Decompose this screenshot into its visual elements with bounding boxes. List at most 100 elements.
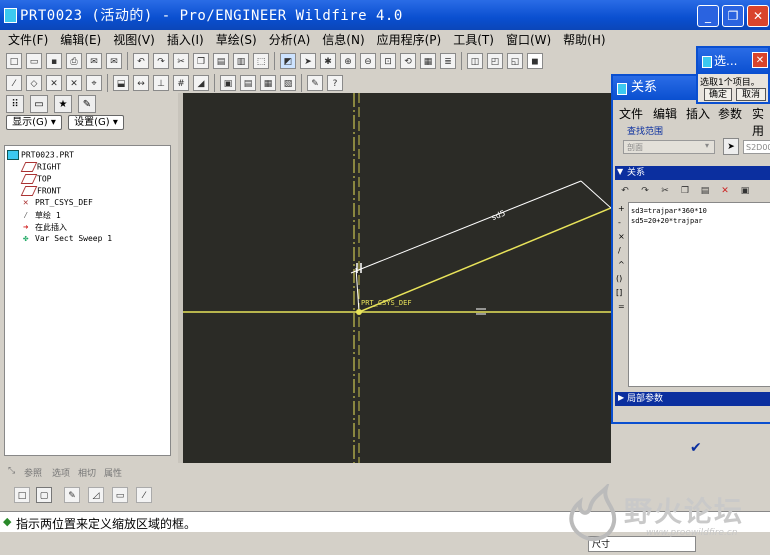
datum-axis-display-icon[interactable]: ▤	[240, 75, 256, 91]
thicken-icon[interactable]: ▭	[112, 487, 128, 503]
cut-icon[interactable]: ✂	[173, 53, 189, 69]
relations-menu-file[interactable]: 文件	[619, 105, 643, 122]
relations-menu-edit[interactable]: 编辑	[653, 105, 677, 122]
cancel-button[interactable]: 取消	[736, 88, 766, 101]
tree-item-top[interactable]: TOP	[20, 174, 51, 184]
menu-info[interactable]: 信息(N)	[322, 31, 364, 48]
solid-icon[interactable]: □	[14, 487, 30, 503]
relations-menu-insert[interactable]: 插入	[686, 105, 710, 122]
relations-menu-params[interactable]: 参数	[718, 105, 742, 122]
relations-delete-icon[interactable]: ✕	[717, 183, 733, 199]
select-dialog-close[interactable]: ✕	[752, 52, 768, 68]
dimension-display-icon[interactable]: ↔	[133, 75, 149, 91]
sketch-canvas[interactable]	[183, 93, 611, 463]
menu-edit[interactable]: 编辑(E)	[60, 31, 101, 48]
close-button[interactable]: ✕	[747, 5, 769, 27]
local-params-header[interactable]: 局部参数	[615, 392, 770, 406]
operator-minus[interactable]: -	[618, 218, 621, 227]
tree-item-front[interactable]: FRONT	[20, 186, 61, 196]
wireframe-icon[interactable]: ◫	[467, 53, 483, 69]
zoom-out-icon[interactable]: ⊖	[360, 53, 376, 69]
favorites-tab-icon[interactable]: ★	[54, 95, 72, 113]
zoom-in-icon[interactable]: ⊕	[340, 53, 356, 69]
remove-material-icon[interactable]: ◿	[88, 487, 104, 503]
datum-axis-icon[interactable]: ✕	[66, 75, 82, 91]
tree-item-sweep[interactable]: ✤ Var Sect Sweep 1	[23, 234, 112, 243]
sketch-mode-icon[interactable]: ◩	[280, 53, 296, 69]
relations-paste-icon[interactable]: ▤	[697, 183, 713, 199]
menu-insert[interactable]: 插入(I)	[167, 31, 204, 48]
saved-views-icon[interactable]: ▦	[420, 53, 436, 69]
operator-divide[interactable]: /	[618, 246, 621, 255]
csys-tool-icon[interactable]: ⌖	[86, 75, 102, 91]
tree-item-root[interactable]: PRT0023.PRT	[7, 150, 74, 160]
settings-dropdown[interactable]: 设置(G) ▾	[68, 115, 124, 130]
tab-references[interactable]: 参照	[24, 466, 42, 479]
reorient-icon[interactable]: ⟲	[400, 53, 416, 69]
operator-brackets[interactable]: []	[616, 288, 622, 297]
lookin-select[interactable]: 剖面	[623, 140, 715, 154]
refit-icon[interactable]: ⊡	[380, 53, 396, 69]
select-arrow-button[interactable]: ➤	[723, 138, 739, 155]
relations-undo-icon[interactable]: ↶	[617, 183, 633, 199]
menu-analysis[interactable]: 分析(A)	[269, 31, 311, 48]
relations-redo-icon[interactable]: ↷	[637, 183, 653, 199]
operator-parens[interactable]: ()	[616, 274, 622, 283]
copy-icon[interactable]: ❐	[193, 53, 209, 69]
surface-icon[interactable]: ▢	[36, 487, 52, 503]
menu-tools[interactable]: 工具(T)	[453, 31, 494, 48]
email-icon[interactable]: ✉	[86, 53, 102, 69]
menu-view[interactable]: 视图(V)	[113, 31, 155, 48]
new-icon[interactable]: □	[6, 53, 22, 69]
relations-section-header[interactable]: 关系	[615, 166, 770, 180]
relations-menu-utilities[interactable]: 实用	[752, 105, 770, 139]
minimize-button[interactable]: _	[697, 5, 719, 27]
tree-item-insert-here[interactable]: ➜ 在此插入	[23, 222, 67, 233]
maximize-button[interactable]: ❐	[722, 5, 744, 27]
datum-plane-display-icon[interactable]: ▣	[220, 75, 236, 91]
datum-plane-tool-icon[interactable]: ◇	[26, 75, 42, 91]
operator-equals[interactable]: =	[618, 302, 625, 311]
csys-display-icon[interactable]: ▧	[280, 75, 296, 91]
tree-item-sketch[interactable]: ⁄ 草绘 1	[23, 210, 61, 221]
menu-file[interactable]: 文件(F)	[8, 31, 48, 48]
relations-switch-icon[interactable]: ▣	[737, 183, 753, 199]
ok-button[interactable]: 确定	[704, 88, 732, 101]
tree-item-csys[interactable]: ✕ PRT_CSYS_DEF	[23, 198, 93, 207]
folder-browser-tab-icon[interactable]: ▭	[30, 95, 48, 113]
tab-tangency[interactable]: 相切	[78, 466, 96, 479]
datum-point-display-icon[interactable]: ▦	[260, 75, 276, 91]
sketch-tool-icon[interactable]: ✎	[64, 487, 80, 503]
graphics-window[interactable]: sd5 PRT_CSYS_DEF	[183, 93, 611, 463]
paste-icon[interactable]: ▤	[213, 53, 229, 69]
tab-options[interactable]: 选项	[52, 466, 70, 479]
whats-this-icon[interactable]: ?	[327, 75, 343, 91]
show-dropdown[interactable]: 显示(G) ▾	[6, 115, 62, 130]
undo-icon[interactable]: ↶	[133, 53, 149, 69]
print-icon[interactable]: ⎙	[66, 53, 82, 69]
grid-display-icon[interactable]: #	[173, 75, 189, 91]
layers-icon[interactable]: ≣	[440, 53, 456, 69]
save-icon[interactable]: ▪	[46, 53, 62, 69]
item-field[interactable]: S2D00	[743, 140, 770, 154]
expand-arrow-icon[interactable]: ▶	[618, 393, 624, 402]
sketcher-tool-icon[interactable]: ✱	[320, 53, 336, 69]
datum-point-icon[interactable]: ✕	[46, 75, 62, 91]
tab-properties[interactable]: 属性	[104, 466, 122, 479]
connections-tab-icon[interactable]: ✎	[78, 95, 96, 113]
collapse-arrow-icon[interactable]: ▼	[617, 167, 623, 176]
paste-special-icon[interactable]: ▥	[233, 53, 249, 69]
redo-icon[interactable]: ↷	[153, 53, 169, 69]
no-hidden-icon[interactable]: ◱	[507, 53, 523, 69]
relations-copy-icon[interactable]: ❐	[677, 183, 693, 199]
operator-power[interactable]: ^	[618, 260, 625, 269]
sketch-line-icon[interactable]: ⁄	[6, 75, 22, 91]
constraint-display-icon[interactable]: ⊥	[153, 75, 169, 91]
sketch-view-icon[interactable]: ⬓	[113, 75, 129, 91]
menu-sketch[interactable]: 草绘(S)	[216, 31, 257, 48]
checkmark-icon[interactable]: ✔	[690, 440, 702, 456]
flip-icon[interactable]: ⁄	[136, 487, 152, 503]
menu-help[interactable]: 帮助(H)	[563, 31, 605, 48]
open-icon[interactable]: ▭	[26, 53, 42, 69]
lookin-dropdown-icon[interactable]: ▾	[705, 141, 709, 150]
